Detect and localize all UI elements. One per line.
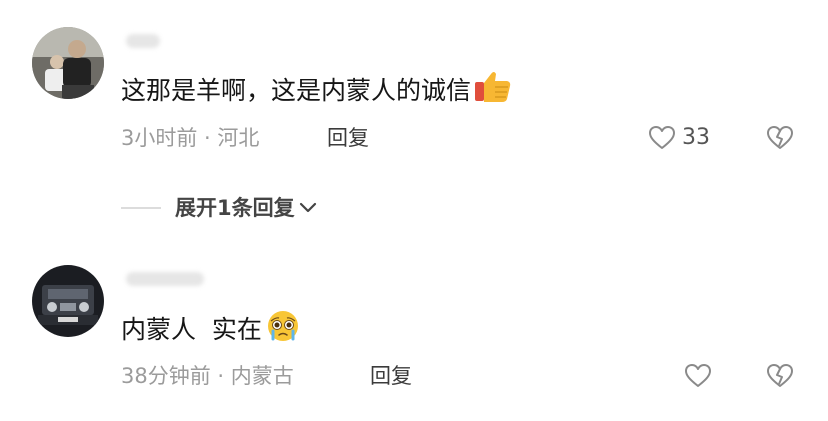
heart-outline-icon xyxy=(649,126,675,149)
reply-button[interactable]: 回复 xyxy=(370,362,412,390)
comment-meta: 38分钟前 · 内蒙古 xyxy=(121,362,294,390)
comment-text: 内蒙人 实在 xyxy=(121,309,302,351)
comment-meta: 3小时前 · 河北 xyxy=(121,124,259,152)
meta-separator: · xyxy=(210,364,231,388)
user-photo-avatar xyxy=(32,27,104,99)
comment-time: 38分钟前 xyxy=(121,364,211,388)
like-button[interactable] xyxy=(684,363,718,389)
broken-heart-outline-icon xyxy=(767,364,793,387)
expand-replies-button[interactable]: 展开1条回复 xyxy=(121,194,317,222)
pleading-face-emoji xyxy=(264,309,302,351)
username-redacted[interactable] xyxy=(126,34,160,48)
like-count: 33 xyxy=(682,125,710,150)
comment-location: 内蒙古 xyxy=(230,364,294,388)
broken-heart-outline-icon xyxy=(767,126,793,149)
chevron-down-icon xyxy=(299,202,316,213)
expand-replies-label: 展开1条回复 xyxy=(175,196,295,220)
comment-location: 河北 xyxy=(217,126,260,150)
comment-time: 3小时前 xyxy=(121,126,198,150)
thumbs-up-emoji xyxy=(473,70,513,112)
reply-button[interactable]: 回复 xyxy=(327,124,369,152)
expand-divider xyxy=(121,207,161,209)
avatar[interactable] xyxy=(32,27,104,99)
dislike-button[interactable] xyxy=(766,125,794,155)
car-photo-avatar xyxy=(32,265,104,337)
meta-separator: · xyxy=(197,126,218,150)
dislike-button[interactable] xyxy=(766,363,794,393)
avatar[interactable] xyxy=(32,265,104,337)
comment-text: 这那是羊啊，这是内蒙人的诚信 xyxy=(121,70,513,112)
username-redacted[interactable] xyxy=(126,272,204,286)
like-button[interactable]: 33 xyxy=(648,124,710,152)
comment-body: 内蒙人 实在 xyxy=(121,315,262,344)
heart-outline-icon xyxy=(685,364,711,387)
comment-body: 这那是羊啊，这是内蒙人的诚信 xyxy=(121,76,472,105)
